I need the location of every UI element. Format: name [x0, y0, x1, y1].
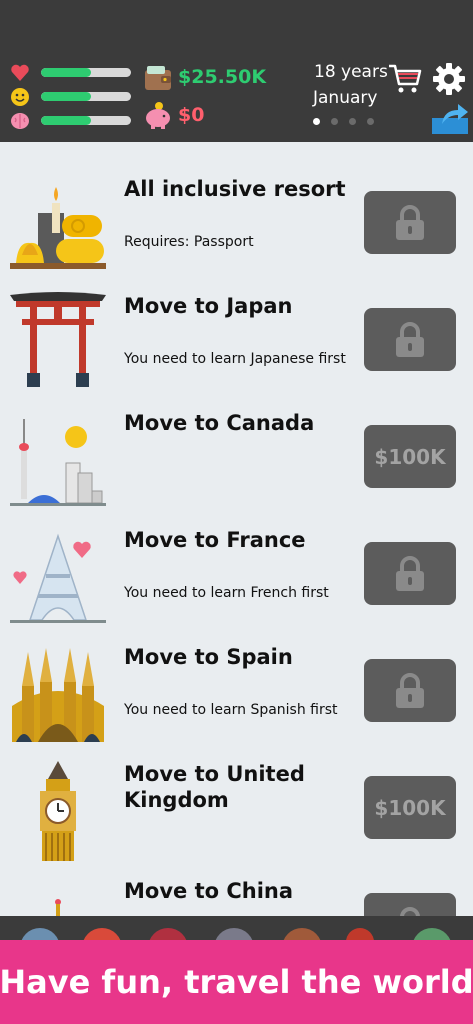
promo-banner: Have fun, travel the world: [0, 940, 473, 1024]
item-title: Move to Spain: [124, 645, 293, 669]
item-subtitle: You need to learn Spanish first: [124, 702, 338, 718]
torii-gate-icon: [10, 292, 106, 387]
page-dot[interactable]: [349, 118, 356, 125]
buy-button[interactable]: $100K: [364, 776, 456, 839]
lock-icon: [396, 204, 424, 240]
debt-amount: $0: [178, 104, 205, 126]
item-title: All inclusive resort: [124, 177, 346, 201]
item-subtitle: Requires: Passport: [124, 234, 254, 250]
cash-amount: $25.50K: [178, 66, 267, 88]
month-label: January: [313, 88, 378, 108]
item-title: Move to United Kingdom: [124, 762, 305, 812]
list-item[interactable]: Move to Spain You need to learn Spanish …: [0, 610, 473, 742]
lock-icon: [400, 906, 420, 916]
list-item[interactable]: Move to Japan You need to learn Japanese…: [0, 259, 473, 387]
page-dot[interactable]: [313, 118, 320, 125]
item-title: Move to France: [124, 528, 306, 552]
locked-button[interactable]: [364, 893, 456, 916]
item-subtitle: You need to learn French first: [124, 585, 329, 601]
pagoda-icon: [55, 899, 61, 916]
page-dot[interactable]: [367, 118, 374, 125]
piggy-bank-icon: [146, 102, 170, 129]
list-item[interactable]: Move to China: [0, 844, 473, 916]
list-item[interactable]: Move to France You need to learn French …: [0, 493, 473, 623]
list-item[interactable]: Move to United Kingdom $100K: [0, 727, 473, 861]
locked-button[interactable]: [364, 308, 456, 371]
share-icon[interactable]: [430, 100, 470, 136]
page-indicator: [313, 118, 374, 125]
health-bar: [41, 68, 131, 77]
lock-icon: [396, 672, 424, 708]
cart-icon[interactable]: [387, 60, 423, 96]
buy-button[interactable]: $100K: [364, 425, 456, 488]
item-title: Move to China: [124, 879, 294, 903]
smarts-bar: [41, 116, 131, 125]
destination-list: All inclusive resort Requires: Passport …: [0, 142, 473, 916]
lock-icon: [396, 555, 424, 591]
banner-text: Have fun, travel the world: [0, 963, 473, 1001]
list-item[interactable]: All inclusive resort Requires: Passport: [0, 142, 473, 269]
locked-button[interactable]: [364, 659, 456, 722]
page-dot[interactable]: [331, 118, 338, 125]
heart-icon: [11, 64, 29, 81]
list-item[interactable]: Move to Canada $100K: [0, 376, 473, 506]
item-title: Move to Canada: [124, 411, 315, 435]
price-label: $100K: [374, 444, 446, 469]
wallet-icon: [145, 66, 171, 90]
happiness-bar: [41, 92, 131, 101]
locked-button[interactable]: [364, 191, 456, 254]
locked-button[interactable]: [364, 542, 456, 605]
price-label: $100K: [374, 795, 446, 820]
brain-icon: [11, 113, 29, 129]
lock-icon: [396, 321, 424, 357]
age-label: 18 years: [314, 62, 388, 82]
item-title: Move to Japan: [124, 294, 293, 318]
item-subtitle: You need to learn Japanese first: [124, 351, 346, 367]
gear-icon[interactable]: [432, 62, 466, 96]
smile-icon: [11, 88, 29, 106]
status-header: $25.50K $0 18 years January: [0, 0, 473, 142]
